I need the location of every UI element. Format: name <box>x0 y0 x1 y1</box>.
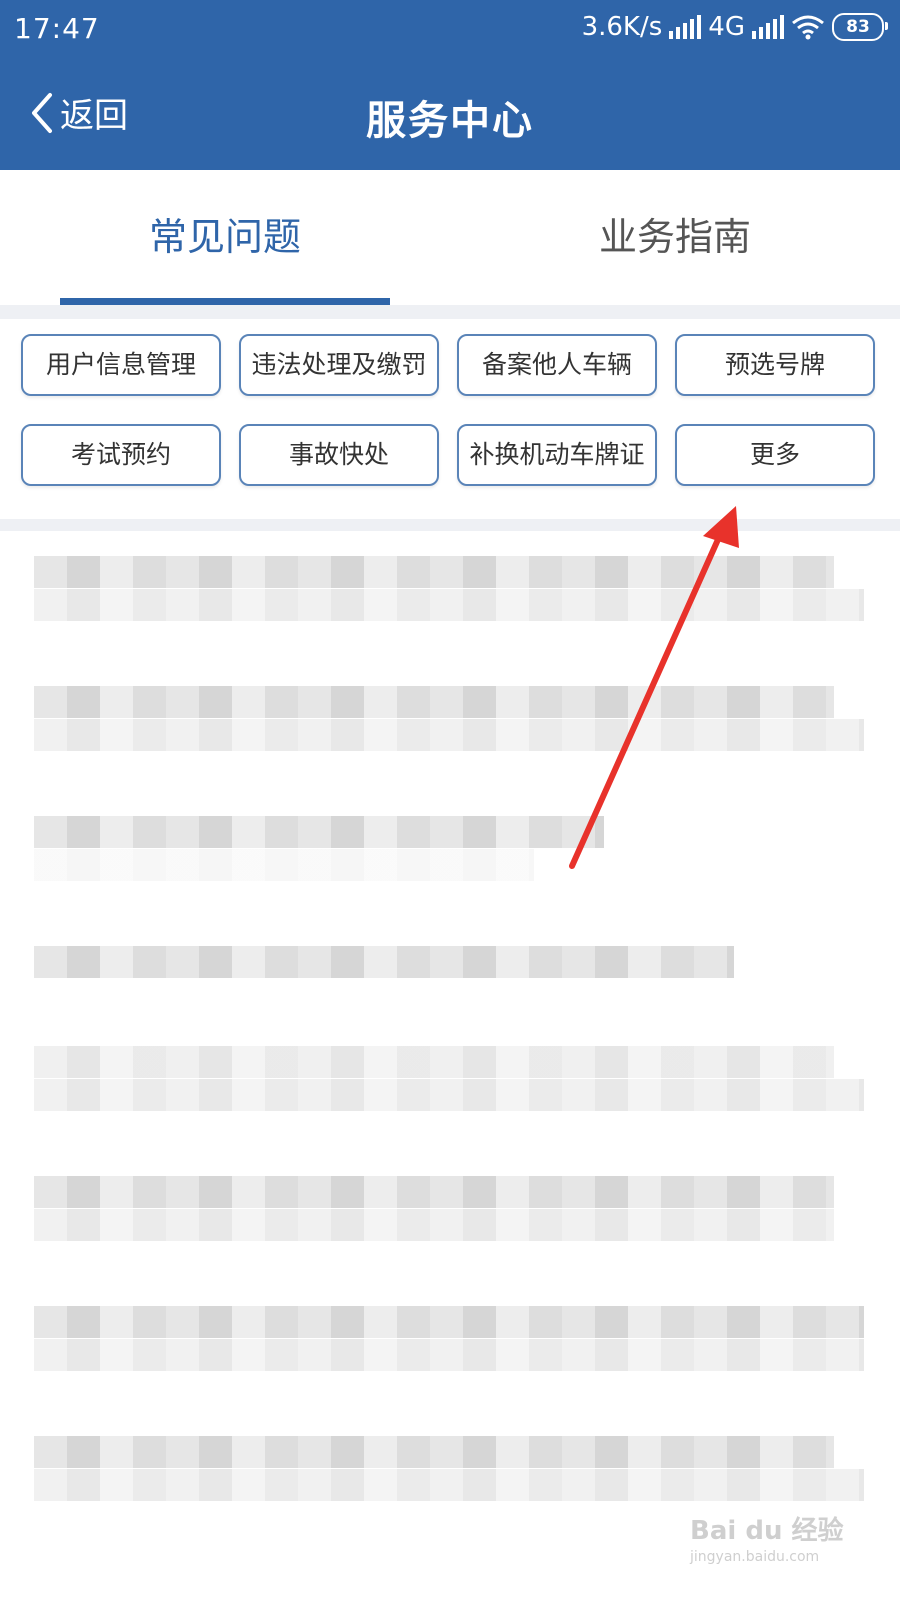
section-divider-2 <box>0 519 900 531</box>
chip-more[interactable]: 更多 <box>675 424 875 486</box>
network-speed: 3.6K/s <box>581 12 663 42</box>
app-header: 17:47 3.6K/s 4G 83 返回 服务中心 <box>0 0 900 170</box>
status-time: 17:47 <box>14 12 100 45</box>
tab-guide[interactable]: 业务指南 <box>510 170 840 305</box>
tab-faq[interactable]: 常见问题 <box>60 170 390 305</box>
wifi-icon <box>792 15 824 40</box>
tab-bar: 常见问题 业务指南 <box>0 170 900 305</box>
chip-accident[interactable]: 事故快处 <box>239 424 439 486</box>
chip-exam-booking[interactable]: 考试预约 <box>21 424 221 486</box>
category-chips: 用户信息管理 违法处理及缴罚 备案他人车辆 预选号牌 考试预约 事故快处 补换机… <box>0 319 900 519</box>
chip-register-vehicle[interactable]: 备案他人车辆 <box>457 334 657 396</box>
section-divider <box>0 305 900 319</box>
watermark-brand: Bai du 经验 <box>690 1516 844 1546</box>
network-type: 4G <box>708 12 745 42</box>
watermark: Bai du 经验 jingyan.baidu.com <box>690 1510 844 1565</box>
active-tab-indicator <box>60 298 390 305</box>
chip-user-info[interactable]: 用户信息管理 <box>21 334 221 396</box>
chip-violation[interactable]: 违法处理及缴罚 <box>239 334 439 396</box>
signal-icon-2 <box>752 15 784 39</box>
page-title: 服务中心 <box>366 98 534 144</box>
battery-level: 83 <box>846 17 870 37</box>
signal-icon <box>669 15 702 39</box>
watermark-url: jingyan.baidu.com <box>690 1549 820 1565</box>
chip-replace-plate[interactable]: 补换机动车牌证 <box>457 424 657 486</box>
faq-list <box>0 531 900 1600</box>
chip-plate-preselect[interactable]: 预选号牌 <box>675 334 875 396</box>
nav-bar: 返回 服务中心 <box>0 70 900 170</box>
status-bar: 17:47 3.6K/s 4G 83 <box>0 0 900 62</box>
status-indicators: 3.6K/s 4G 83 <box>581 12 888 42</box>
battery-icon: 83 <box>832 13 888 41</box>
